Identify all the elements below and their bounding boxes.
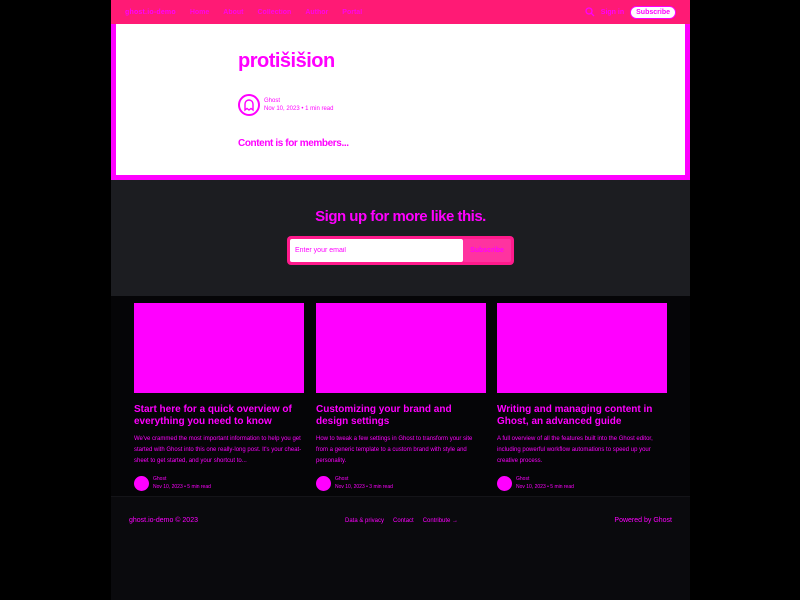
author-avatar[interactable] — [316, 475, 331, 491]
post-meta: Ghost Nov 10, 2023 • 3 min read — [335, 475, 393, 491]
author-name[interactable]: Ghost — [264, 98, 280, 104]
footer-links: Data & privacy Contact Contribute → — [345, 518, 458, 524]
members-only-text: Content is for members... — [238, 138, 349, 149]
byline: Ghost Nov 10, 2023 • 1 min read — [238, 94, 333, 116]
post-author: Ghost Nov 10, 2023 • 5 min read — [497, 475, 667, 491]
author-avatar[interactable] — [238, 94, 260, 116]
post-thumbnail[interactable] — [497, 303, 667, 393]
signup-section: Sign up for more like this. Subscribe — [111, 180, 690, 296]
author-name[interactable]: Ghost — [153, 476, 166, 482]
powered-by-link[interactable]: Powered by Ghost — [614, 517, 672, 524]
author-avatar[interactable] — [134, 475, 149, 491]
nav-link-home[interactable]: Home — [190, 9, 209, 16]
footer-link-privacy[interactable]: Data & privacy — [345, 518, 384, 524]
post-meta: Ghost Nov 10, 2023 • 5 min read — [516, 475, 574, 491]
email-input[interactable] — [290, 239, 463, 262]
post-card[interactable]: Start here for a quick overview of every… — [134, 303, 304, 491]
signup-form: Subscribe — [287, 236, 514, 265]
post-thumbnail[interactable] — [134, 303, 304, 393]
post-date: Nov 10, 2023 • 5 min read — [153, 484, 211, 490]
post-card[interactable]: Writing and managing content in Ghost, a… — [497, 303, 667, 491]
top-nav: ghost.io-demo Home About Collection Auth… — [111, 0, 690, 24]
author-name[interactable]: Ghost — [516, 476, 529, 482]
post-title[interactable]: Start here for a quick overview of every… — [134, 404, 304, 428]
search-icon[interactable] — [585, 7, 595, 17]
nav-link-about[interactable]: About — [223, 9, 243, 16]
post-date: Nov 10, 2023 • 3 min read — [335, 484, 393, 490]
footer-link-contribute[interactable]: Contribute → — [423, 518, 458, 524]
footer-copyright: ghost.io-demo © 2023 — [129, 517, 198, 524]
post-feed: Start here for a quick overview of every… — [111, 296, 690, 496]
post-excerpt: How to tweak a few settings in Ghost to … — [316, 436, 473, 464]
article-title: protišišion — [238, 50, 335, 72]
nav-link-portal[interactable]: Portal — [342, 9, 362, 16]
post-excerpt: We've crammed the most important informa… — [134, 436, 302, 464]
post-author: Ghost Nov 10, 2023 • 5 min read — [134, 475, 304, 491]
post-title[interactable]: Writing and managing content in Ghost, a… — [497, 404, 667, 428]
post-card[interactable]: Customizing your brand and design settin… — [316, 303, 486, 491]
post-date: Nov 10, 2023 • 5 min read — [516, 484, 574, 490]
byline-meta: Ghost Nov 10, 2023 • 1 min read — [264, 97, 333, 113]
subscribe-button[interactable]: Subscribe — [630, 5, 676, 19]
page: ghost.io-demo Home About Collection Auth… — [111, 0, 690, 600]
nav-link-author[interactable]: Author — [305, 9, 328, 16]
signin-link[interactable]: Sign in — [601, 9, 624, 16]
post-title[interactable]: Customizing your brand and design settin… — [316, 404, 486, 428]
post-excerpt: A full overview of all the features buil… — [497, 436, 653, 464]
site-logo[interactable]: ghost.io-demo — [125, 9, 176, 16]
post-meta: Ghost Nov 10, 2023 • 5 min read — [153, 475, 211, 491]
author-avatar[interactable] — [497, 475, 512, 491]
post-author: Ghost Nov 10, 2023 • 3 min read — [316, 475, 486, 491]
signup-button[interactable]: Subscribe — [463, 239, 511, 262]
post-date: Nov 10, 2023 • 1 min read — [264, 106, 334, 112]
site-footer: ghost.io-demo © 2023 Data & privacy Cont… — [111, 496, 690, 600]
footer-link-contact[interactable]: Contact — [393, 518, 414, 524]
signup-heading: Sign up for more like this. — [315, 208, 486, 225]
article-header: protišišion Ghost Nov 10, 2023 • 1 min r… — [111, 24, 690, 180]
post-thumbnail[interactable] — [316, 303, 486, 393]
nav-link-collection[interactable]: Collection — [258, 9, 292, 16]
ghost-icon — [244, 99, 254, 112]
author-name[interactable]: Ghost — [335, 476, 348, 482]
